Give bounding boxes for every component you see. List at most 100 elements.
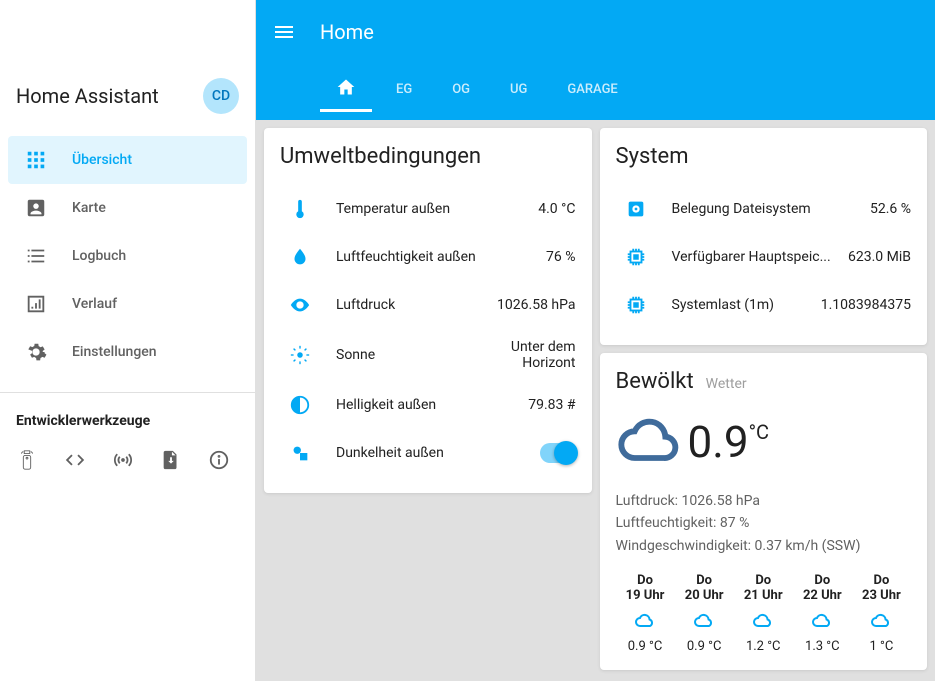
weather-header: Bewölkt Wetter — [616, 369, 912, 394]
sidebar: Home Assistant CD Übersicht Karte Logbuc… — [0, 0, 256, 681]
sensor-row-sun[interactable]: Sonne Unter dem Horizont — [280, 329, 576, 381]
menu-icon[interactable] — [272, 20, 296, 44]
sidebar-item-history[interactable]: Verlauf — [8, 280, 247, 328]
sensor-label: Luftfeuchtigkeit außen — [336, 249, 530, 265]
home-icon — [336, 77, 356, 97]
forecast-time: 19 Uhr — [616, 588, 675, 603]
sensor-label: Sonne — [336, 347, 440, 363]
sensor-label: Belegung Dateisystem — [672, 201, 854, 217]
remote-icon[interactable] — [16, 449, 40, 473]
sidebar-item-label: Verlauf — [72, 296, 117, 312]
app-title: Home Assistant — [16, 84, 159, 108]
sensor-row-load[interactable]: Systemlast (1m) 1.1083984375 — [616, 281, 912, 329]
sensor-row-pressure[interactable]: Luftdruck 1026.58 hPa — [280, 281, 576, 329]
weather-subtitle: Wetter — [706, 376, 747, 392]
sensor-value: 623.0 MiB — [848, 249, 911, 265]
sidebar-item-overview[interactable]: Übersicht — [8, 136, 247, 184]
forecast-day: Do — [793, 573, 852, 588]
code-icon[interactable] — [64, 449, 88, 473]
forecast-temp: 0.9 °C — [616, 639, 675, 654]
tabs: EG OG UG GARAGE — [272, 64, 919, 112]
broadcast-icon[interactable] — [112, 449, 136, 473]
cloud-icon — [869, 609, 893, 633]
divider — [0, 392, 255, 393]
col-right: System Belegung Dateisystem 52.6 % Verfü… — [600, 128, 928, 673]
list-icon — [24, 244, 48, 268]
forecast-temp: 1 °C — [852, 639, 911, 654]
forecast-day: Do — [616, 573, 675, 588]
sensor-row-temperature[interactable]: Temperatur außen 4.0 °C — [280, 185, 576, 233]
col-left: Umweltbedingungen Temperatur außen 4.0 °… — [264, 128, 592, 673]
sensor-value: 76 % — [546, 249, 575, 265]
weather-temperature: 0.9°C — [688, 416, 770, 468]
theme-icon — [280, 442, 320, 464]
tab-eg[interactable]: EG — [380, 70, 428, 112]
chart-bar-icon — [24, 292, 48, 316]
forecast-day: Do — [734, 573, 793, 588]
weather-pressure: Luftdruck: 1026.58 hPa — [616, 490, 912, 512]
chip-icon — [616, 294, 656, 316]
darkness-switch[interactable] — [540, 443, 576, 463]
content: Umweltbedingungen Temperatur außen 4.0 °… — [256, 120, 935, 681]
eye-icon — [280, 294, 320, 316]
sensor-label: Luftdruck — [336, 297, 481, 313]
water-drop-icon — [280, 246, 320, 268]
chip-icon — [616, 246, 656, 268]
sensor-row-darkness[interactable]: Dunkelheit außen — [280, 429, 576, 477]
sensor-value: 52.6 % — [870, 201, 911, 217]
forecast-item: Do 21 Uhr 1.2 °C — [734, 573, 793, 654]
sidebar-item-map[interactable]: Karte — [8, 184, 247, 232]
sensor-label: Temperatur außen — [336, 201, 522, 217]
forecast-day: Do — [675, 573, 734, 588]
page-title: Home — [320, 20, 374, 44]
card-system: System Belegung Dateisystem 52.6 % Verfü… — [600, 128, 928, 345]
sensor-value: 1026.58 hPa — [497, 297, 575, 313]
tab-og[interactable]: OG — [436, 70, 486, 112]
forecast-item: Do 19 Uhr 0.9 °C — [616, 573, 675, 654]
sidebar-item-logbook[interactable]: Logbuch — [8, 232, 247, 280]
sensor-value: 79.83 # — [528, 397, 575, 413]
harddisk-icon — [616, 198, 656, 220]
gear-icon — [24, 340, 48, 364]
temp-value: 0.9 — [688, 416, 749, 468]
account-box-icon — [24, 196, 48, 220]
sensor-label: Helligkeit außen — [336, 397, 512, 413]
forecast-item: Do 20 Uhr 0.9 °C — [675, 573, 734, 654]
forecast-time: 21 Uhr — [734, 588, 793, 603]
tab-garage[interactable]: GARAGE — [551, 70, 633, 112]
card-title: Umweltbedingungen — [280, 144, 576, 169]
sun-icon — [280, 344, 320, 366]
sensor-value: 4.0 °C — [538, 201, 575, 217]
weather-condition: Bewölkt — [616, 369, 694, 394]
sensor-row-humidity[interactable]: Luftfeuchtigkeit außen 76 % — [280, 233, 576, 281]
card-environment: Umweltbedingungen Temperatur außen 4.0 °… — [264, 128, 592, 493]
forecast-time: 22 Uhr — [793, 588, 852, 603]
avatar[interactable]: CD — [203, 78, 239, 114]
tab-home[interactable] — [320, 65, 372, 112]
sensor-row-memory[interactable]: Verfügbarer Hauptspeic... 623.0 MiB — [616, 233, 912, 281]
sensor-value: 1.1083984375 — [821, 297, 911, 313]
main: Home EG OG UG GARAGE Umweltbedingungen T… — [256, 0, 935, 681]
sidebar-item-label: Übersicht — [72, 152, 132, 168]
sidebar-item-label: Logbuch — [72, 248, 126, 264]
dev-tools-row — [0, 437, 255, 485]
cloud-icon — [751, 609, 775, 633]
sensor-label: Verfügbarer Hauptspeic... — [672, 249, 833, 265]
cloud-icon — [810, 609, 834, 633]
forecast-item: Do 23 Uhr 1 °C — [852, 573, 911, 654]
cloud-icon — [633, 609, 657, 633]
tab-ug[interactable]: UG — [494, 70, 543, 112]
sensor-row-brightness[interactable]: Helligkeit außen 79.83 # — [280, 381, 576, 429]
sensor-label: Dunkelheit außen — [336, 445, 524, 461]
info-icon[interactable] — [208, 449, 232, 473]
sidebar-item-settings[interactable]: Einstellungen — [8, 328, 247, 376]
file-icon[interactable] — [160, 449, 184, 473]
weather-humidity: Luftfeuchtigkeit: 87 % — [616, 512, 912, 534]
dev-tools-title: Entwicklerwerkzeuge — [0, 401, 255, 437]
weather-main: 0.9°C — [616, 410, 912, 474]
sensor-row-disk[interactable]: Belegung Dateisystem 52.6 % — [616, 185, 912, 233]
weather-forecast: Do 19 Uhr 0.9 °C Do 20 Uhr 0.9 °C Do 21 … — [616, 573, 912, 654]
forecast-temp: 1.3 °C — [793, 639, 852, 654]
topbar: Home EG OG UG GARAGE — [256, 0, 935, 120]
forecast-day: Do — [852, 573, 911, 588]
